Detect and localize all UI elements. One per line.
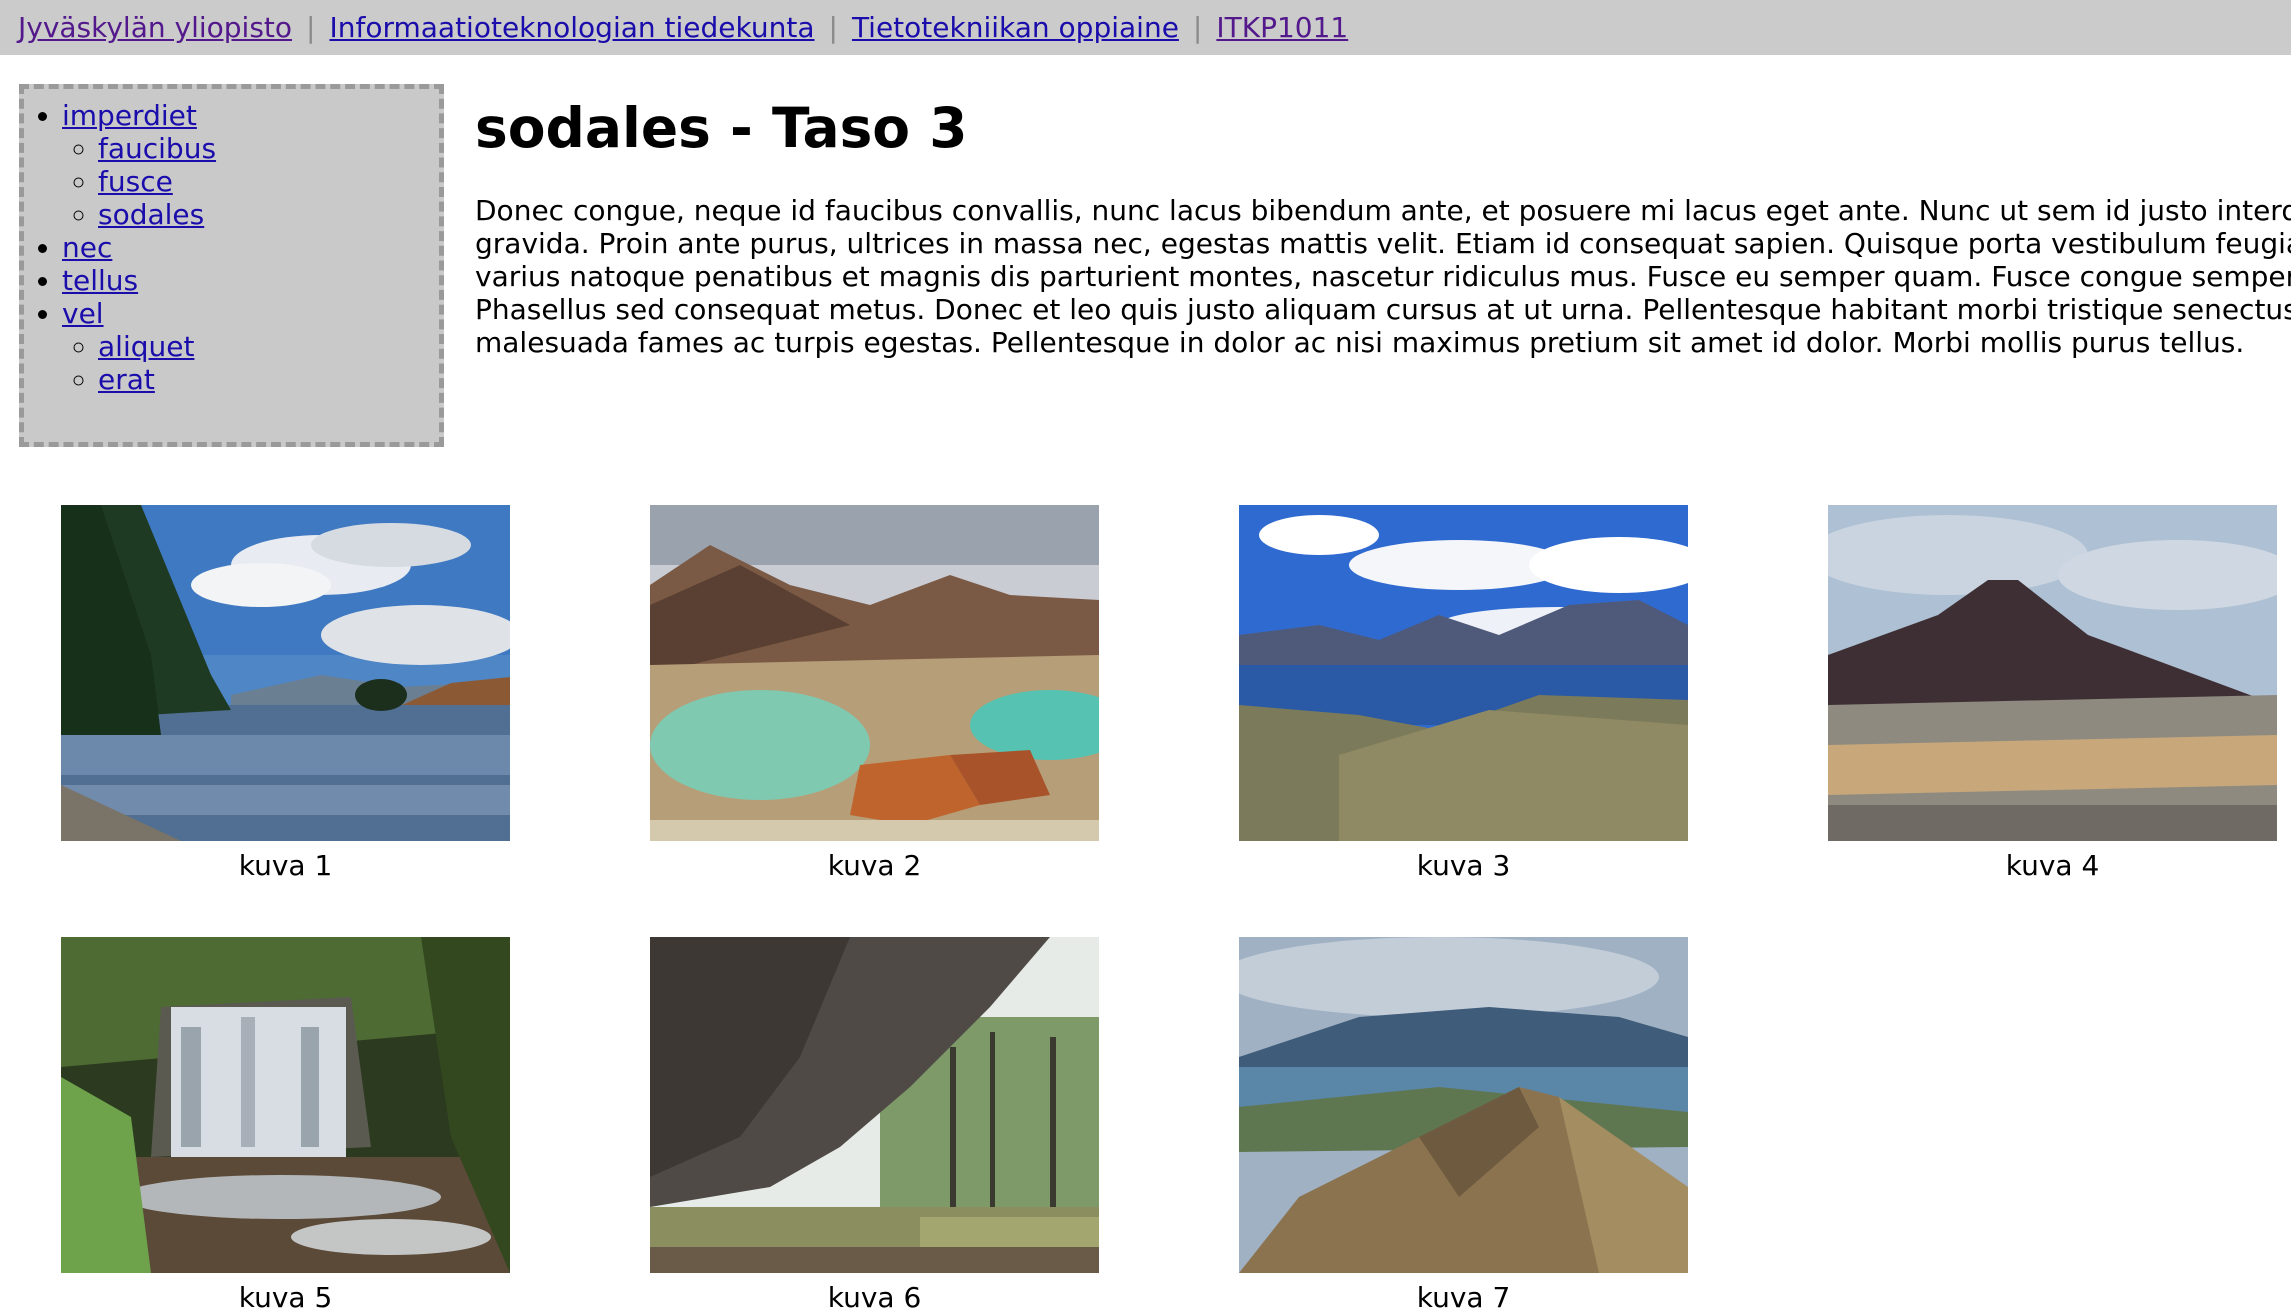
page-title: sodales - Taso 3 (475, 96, 968, 160)
gallery-item: kuva 3 (1239, 505, 1688, 883)
nav-subitem: faucibus (98, 132, 439, 165)
photo-mountain-lake[interactable] (1239, 505, 1688, 841)
photo-emerald-lakes[interactable] (650, 505, 1099, 841)
breadcrumb-separator: | (828, 11, 838, 44)
nav-subitem: fusce (98, 165, 439, 198)
breadcrumb-link[interactable]: Jyväskylän yliopisto (18, 11, 292, 44)
nav-item: imperdietfaucibusfuscesodales (62, 99, 439, 231)
gallery-item: kuva 2 (650, 505, 1099, 883)
breadcrumb-link[interactable]: Informaatioteknologian tiedekunta (329, 11, 814, 44)
nav-link-faucibus[interactable]: faucibus (98, 132, 216, 165)
gallery-item: kuva 4 (1828, 505, 2277, 883)
nav-item: tellus (62, 264, 439, 297)
gallery-item: kuva 6 (650, 937, 1099, 1315)
breadcrumb-link[interactable]: ITKP1011 (1216, 11, 1348, 44)
paragraph-line: malesuada fames ac turpis egestas. Pelle… (475, 326, 2245, 359)
nav-subitem: aliquet (98, 330, 439, 363)
nav-link-aliquet[interactable]: aliquet (98, 330, 194, 363)
photo-volcano[interactable] (1828, 505, 2277, 841)
photo-waterfall[interactable] (61, 937, 510, 1273)
breadcrumb-link[interactable]: Tietotekniikan oppiaine (852, 11, 1179, 44)
breadcrumb: Jyväskylän yliopisto | Informaatioteknolog… (0, 0, 2291, 55)
nav-link-fusce[interactable]: fusce (98, 165, 173, 198)
photo-ridge-view[interactable] (1239, 937, 1688, 1273)
photo-cave-overhang[interactable] (650, 937, 1099, 1273)
nav-subitem: sodales (98, 198, 439, 231)
photo-lake-tree[interactable] (61, 505, 510, 841)
paragraph-line: Donec congue, neque id faucibus convalli… (475, 194, 2291, 227)
photo-caption: kuva 2 (827, 849, 922, 882)
breadcrumb-separator: | (306, 11, 316, 44)
nav-sublist: faucibusfuscesodales (62, 132, 439, 231)
photo-caption: kuva 1 (238, 849, 333, 882)
gallery-item: kuva 7 (1239, 937, 1688, 1315)
paragraph-line: gravida. Proin ante purus, ultrices in m… (475, 227, 2291, 260)
side-navigation: imperdietfaucibusfuscesodalesnectellusve… (19, 84, 444, 447)
photo-caption: kuva 5 (238, 1281, 333, 1314)
gallery-item: kuva 5 (61, 937, 510, 1315)
photo-caption: kuva 3 (1416, 849, 1511, 882)
nav-link-imperdiet[interactable]: imperdiet (62, 99, 197, 132)
intro-paragraph: Donec congue, neque id faucibus convalli… (475, 194, 2291, 359)
photo-caption: kuva 7 (1416, 1281, 1511, 1314)
nav-item: nec (62, 231, 439, 264)
photo-caption: kuva 6 (827, 1281, 922, 1314)
breadcrumb-separator: | (1192, 11, 1203, 44)
gallery-item: kuva 1 (61, 505, 510, 883)
nav-subitem: erat (98, 363, 439, 396)
nav-link-erat[interactable]: erat (98, 363, 155, 396)
nav-list: imperdietfaucibusfuscesodalesnectellusve… (24, 99, 439, 396)
nav-sublist: aliqueterat (62, 330, 439, 396)
paragraph-line: varius natoque penatibus et magnis dis p… (475, 260, 2291, 293)
nav-link-tellus[interactable]: tellus (62, 264, 138, 297)
nav-link-sodales[interactable]: sodales (98, 198, 204, 231)
photo-caption: kuva 4 (2005, 849, 2100, 882)
nav-item: velaliqueterat (62, 297, 439, 396)
main-content: sodales - Taso 3 Donec congue, neque id … (475, 84, 2291, 359)
nav-link-nec[interactable]: nec (62, 231, 112, 264)
nav-link-vel[interactable]: vel (62, 297, 104, 330)
paragraph-line: Phasellus sed consequat metus. Donec et … (475, 293, 2291, 326)
